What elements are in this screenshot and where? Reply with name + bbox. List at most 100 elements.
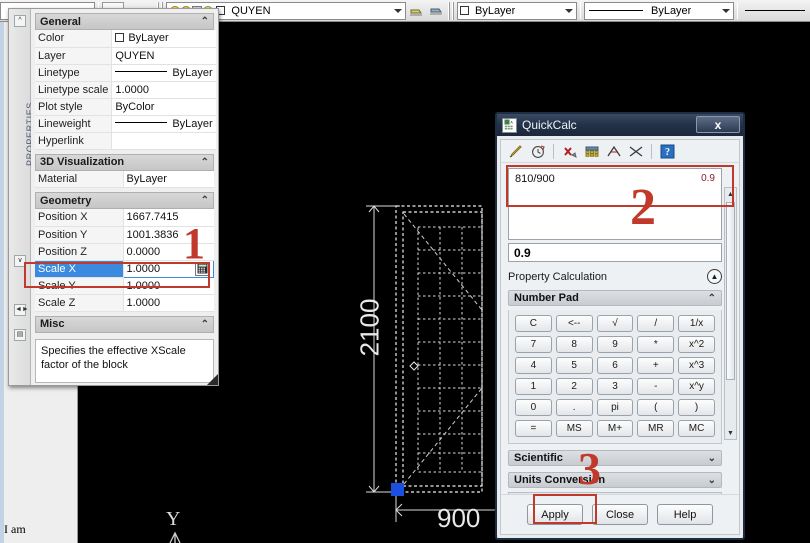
numpad-key-square[interactable]: x^2 — [678, 336, 715, 353]
numpad-key-0[interactable]: 0 — [515, 399, 552, 416]
numpad-key-6[interactable]: 6 — [596, 357, 634, 374]
horizontal-scrollbar[interactable]: ◄ ► — [508, 492, 722, 494]
help-icon[interactable]: ? — [658, 142, 677, 160]
table-row[interactable]: Material ByLayer — [35, 170, 214, 188]
get-coordinates-icon[interactable] — [582, 142, 601, 160]
row-value-scale-x[interactable]: 1.0000 — [122, 259, 214, 278]
numpad-key-5[interactable]: 5 — [555, 357, 593, 374]
help-button[interactable]: Help — [657, 504, 713, 525]
apply-button[interactable]: Apply — [527, 504, 583, 525]
chevron-down-icon[interactable] — [394, 8, 403, 13]
table-row[interactable]: Scale Y 1.0000 — [35, 277, 214, 295]
number-pad-header[interactable]: Number Pad ⌃ — [508, 290, 722, 306]
numpad-key-close-paren[interactable]: ) — [678, 399, 715, 416]
table-row[interactable]: Layer QUYEN — [35, 47, 216, 65]
quickcalc-titlebar[interactable]: A QuickCalc x — [497, 114, 743, 136]
numpad-key-9[interactable]: 9 — [596, 336, 634, 353]
intersection-of-lines-icon[interactable] — [626, 142, 645, 160]
numpad-key-reciprocal[interactable]: 1/x — [678, 315, 715, 332]
table-row[interactable]: Color ByLayer — [35, 30, 216, 48]
row-value[interactable]: QUYEN — [111, 47, 216, 65]
numpad-key-sqrt[interactable]: √ — [596, 315, 634, 332]
numpad-key-decimal[interactable]: . — [555, 399, 593, 416]
collapse-icon[interactable]: ^ — [14, 15, 26, 27]
row-value[interactable]: 1001.3836 — [123, 226, 214, 244]
numpad-key-plus[interactable]: + — [637, 357, 675, 374]
calculator-icon[interactable] — [195, 261, 210, 276]
table-row[interactable]: Scale Z 1.0000 — [35, 294, 214, 312]
numpad-key-divide[interactable]: / — [637, 315, 675, 332]
numpad-key-minus[interactable]: - — [637, 378, 675, 395]
grip-point[interactable] — [391, 483, 404, 496]
numpad-key-pi[interactable]: pi — [596, 399, 634, 416]
section-header-misc[interactable]: Misc ⌃ — [35, 315, 214, 333]
table-row[interactable]: Position Y 1001.3836 — [35, 226, 214, 244]
row-value[interactable]: ByLayer — [123, 170, 214, 188]
numpad-key-2[interactable]: 2 — [555, 378, 593, 395]
table-row[interactable]: Lineweight ByLayer — [35, 115, 216, 133]
expression-input[interactable]: 810/900 0.9 — [508, 168, 722, 206]
numpad-key-7[interactable]: 7 — [515, 336, 552, 353]
clear-history-icon[interactable] — [528, 142, 547, 160]
scrollbar-thumb[interactable] — [726, 202, 735, 380]
chevron-up-icon[interactable]: ⌃ — [708, 293, 716, 304]
numpad-key-open-paren[interactable]: ( — [637, 399, 675, 416]
numpad-key-ms[interactable]: MS — [555, 420, 593, 437]
clear-icon[interactable] — [506, 142, 525, 160]
numpad-key-backspace[interactable]: <-- — [555, 315, 593, 332]
units-conversion-header[interactable]: Units Conversion ⌄ — [508, 472, 722, 488]
quickcalc-dialog[interactable]: A QuickCalc x ? 810/900 0.9 0.9 Property… — [495, 112, 745, 540]
table-row[interactable]: Position X 1667.7415 — [35, 209, 214, 227]
numpad-key-power[interactable]: x^y — [678, 378, 715, 395]
row-value[interactable]: 1.0000 — [123, 277, 214, 295]
linetype-combo[interactable]: ByLayer — [583, 1, 734, 20]
properties-tab-strip[interactable]: PROPERTIES ^ ∨ ◄► ▤ — [9, 9, 35, 385]
chevron-down-icon[interactable]: ⌄ — [708, 453, 716, 464]
row-value[interactable]: 1667.7415 — [123, 209, 214, 227]
paste-to-command-line-icon[interactable] — [560, 142, 579, 160]
chevron-up-icon[interactable]: ▲ — [707, 269, 722, 284]
vertical-scrollbar[interactable]: ▲ ▼ — [724, 187, 737, 440]
table-row[interactable]: Linetype ByLayer — [35, 64, 216, 82]
property-calculation-row[interactable]: Property Calculation ▲ — [508, 269, 722, 284]
chevron-up-icon[interactable]: ⌃ — [201, 319, 209, 330]
scroll-down-icon[interactable]: ▼ — [725, 427, 736, 439]
close-button[interactable]: Close — [592, 504, 648, 525]
numpad-key-mplus[interactable]: M+ — [596, 420, 634, 437]
row-value[interactable]: ByColor — [111, 98, 216, 116]
result-field[interactable]: 0.9 — [508, 243, 722, 262]
layer-properties-icon[interactable] — [426, 2, 446, 20]
numpad-key-3[interactable]: 3 — [596, 378, 634, 395]
row-value[interactable]: ByLayer — [111, 30, 216, 48]
color-combo[interactable]: ByLayer — [456, 1, 577, 20]
numpad-key-equals[interactable]: = — [515, 420, 552, 437]
section-header-general[interactable]: General ⌃ — [35, 13, 214, 30]
section-header-3d-visualization[interactable]: 3D Visualization ⌃ — [35, 153, 214, 171]
layer-previous-icon[interactable] — [406, 2, 426, 20]
table-row[interactable]: Linetype scale 1.0000 — [35, 81, 216, 99]
chevron-down-icon[interactable]: ⌄ — [708, 475, 716, 486]
table-row[interactable]: Hyperlink — [35, 132, 216, 150]
numpad-key-4[interactable]: 4 — [515, 357, 552, 374]
section-header-geometry[interactable]: Geometry ⌃ — [35, 192, 214, 209]
numpad-key-cube[interactable]: x^3 — [678, 357, 715, 374]
lineweight-combo[interactable] — [741, 10, 810, 11]
row-value[interactable]: ByLayer — [111, 64, 216, 82]
numpad-key-8[interactable]: 8 — [555, 336, 593, 353]
row-value[interactable]: 1.0000 — [123, 294, 214, 312]
numpad-key-mr[interactable]: MR — [637, 420, 675, 437]
chevron-up-icon[interactable]: ⌃ — [201, 16, 209, 27]
toolbar-gripper-2[interactable] — [447, 1, 455, 20]
chevron-down-icon[interactable] — [564, 8, 573, 13]
row-value[interactable]: 0.0000 — [123, 243, 214, 261]
numpad-key-mc[interactable]: MC — [678, 420, 715, 437]
expand-icon[interactable]: ∨ — [14, 255, 26, 267]
resize-corner-icon[interactable] — [207, 374, 218, 385]
chevron-up-icon[interactable]: ⌃ — [201, 195, 209, 206]
scroll-up-icon[interactable]: ▲ — [725, 188, 736, 200]
numpad-key-multiply[interactable]: * — [637, 336, 675, 353]
row-value[interactable]: 1.0000 — [111, 81, 216, 99]
table-row[interactable]: Position Z 0.0000 — [35, 243, 214, 261]
palette-menu-icon[interactable]: ▤ — [14, 329, 26, 341]
row-value[interactable]: ByLayer — [111, 115, 216, 133]
